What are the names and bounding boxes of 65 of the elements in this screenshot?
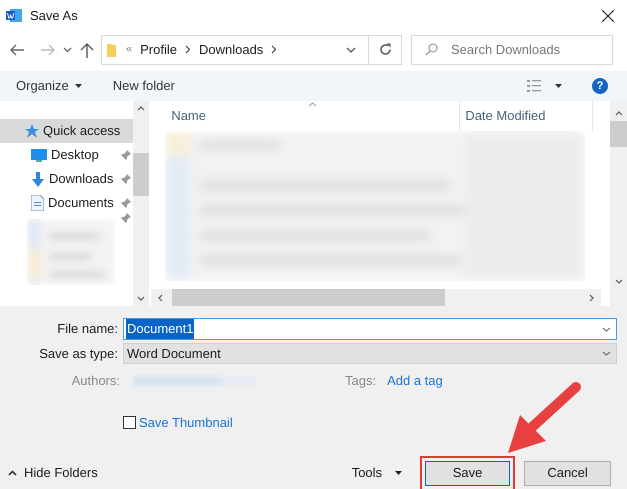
new-folder-button[interactable]: New folder: [112, 76, 175, 96]
breadcrumb[interactable]: Profile: [140, 40, 177, 60]
breadcrumb[interactable]: Downloads: [198, 40, 264, 60]
sidebar-item[interactable]: Desktop: [0, 143, 137, 167]
dropdown-caret-icon: [346, 46, 356, 52]
download-icon: [31, 172, 45, 186]
sidebar-item[interactable]: Downloads: [0, 167, 137, 191]
up-arrow-icon: [80, 42, 94, 58]
cancel-button[interactable]: Cancel: [524, 460, 612, 486]
monitor-icon: [31, 148, 47, 162]
close-icon: [601, 8, 615, 22]
scroll-up-icon: [614, 111, 622, 116]
sidebar-scrollbar[interactable]: [133, 101, 150, 306]
search-icon: [425, 42, 438, 56]
hide-folders-button[interactable]: Hide Folders: [8, 463, 98, 483]
address-bar[interactable]: « Profile Downloads: [101, 34, 402, 64]
organize-menu[interactable]: Organize: [16, 76, 82, 96]
dropdown-caret-icon: [602, 326, 611, 332]
scroll-thumb[interactable]: [610, 121, 627, 147]
forward-arrow-icon: [40, 44, 56, 56]
up-button[interactable]: [80, 42, 94, 58]
scroll-left-icon: [158, 294, 164, 302]
field-label: Tags:: [345, 372, 376, 390]
tools-menu[interactable]: Tools: [352, 463, 402, 483]
add-tag-link[interactable]: Add a tag: [387, 371, 443, 391]
window-title: Save As: [30, 6, 78, 25]
checkbox[interactable]: [123, 416, 136, 430]
scroll-right-icon: [589, 294, 594, 302]
field-label: Authors:: [70, 372, 120, 390]
checkbox-label[interactable]: Save Thumbnail: [139, 413, 233, 432]
caret-icon: [74, 84, 82, 88]
folder-icon: [107, 42, 116, 56]
chevron-icon: [271, 45, 278, 54]
pin-icon: [121, 213, 131, 223]
list-view-icon: [527, 79, 541, 93]
view-options-button[interactable]: [527, 79, 562, 93]
sidebar-item[interactable]: Documents: [0, 191, 137, 215]
dropdown-caret-icon: [602, 351, 611, 356]
caret-icon: [395, 471, 402, 475]
back-button[interactable]: [9, 42, 25, 58]
star-icon: [25, 124, 39, 138]
chevron-icon: [184, 45, 191, 54]
caret-icon: [63, 46, 72, 52]
save-button[interactable]: Save: [425, 460, 510, 486]
word-logo-icon: [6, 8, 22, 23]
refresh-icon: [378, 43, 392, 56]
scroll-thumb[interactable]: [172, 289, 446, 306]
scroll-down-icon: [614, 279, 622, 284]
recent-dropdown[interactable]: [63, 44, 72, 54]
path-overflow: «: [126, 42, 132, 58]
scroll-down-icon: [137, 296, 146, 301]
horizontal-scrollbar[interactable]: [151, 289, 602, 306]
search-field[interactable]: Search Downloads: [411, 34, 613, 64]
caret-icon: [555, 84, 562, 88]
field-label: Save as type:: [38, 344, 118, 363]
document-icon: [31, 195, 44, 211]
field-label: File name:: [56, 320, 118, 338]
scroll-thumb[interactable]: [133, 153, 150, 196]
scroll-up-icon: [137, 106, 146, 111]
file-type-dropdown[interactable]: Word Document: [123, 343, 617, 364]
back-arrow-icon: [9, 44, 25, 56]
chevron-up-icon: [8, 470, 17, 476]
vertical-scrollbar[interactable]: [610, 101, 627, 306]
help-button[interactable]: ?: [592, 78, 608, 94]
file-name-field[interactable]: Document1: [123, 318, 617, 340]
